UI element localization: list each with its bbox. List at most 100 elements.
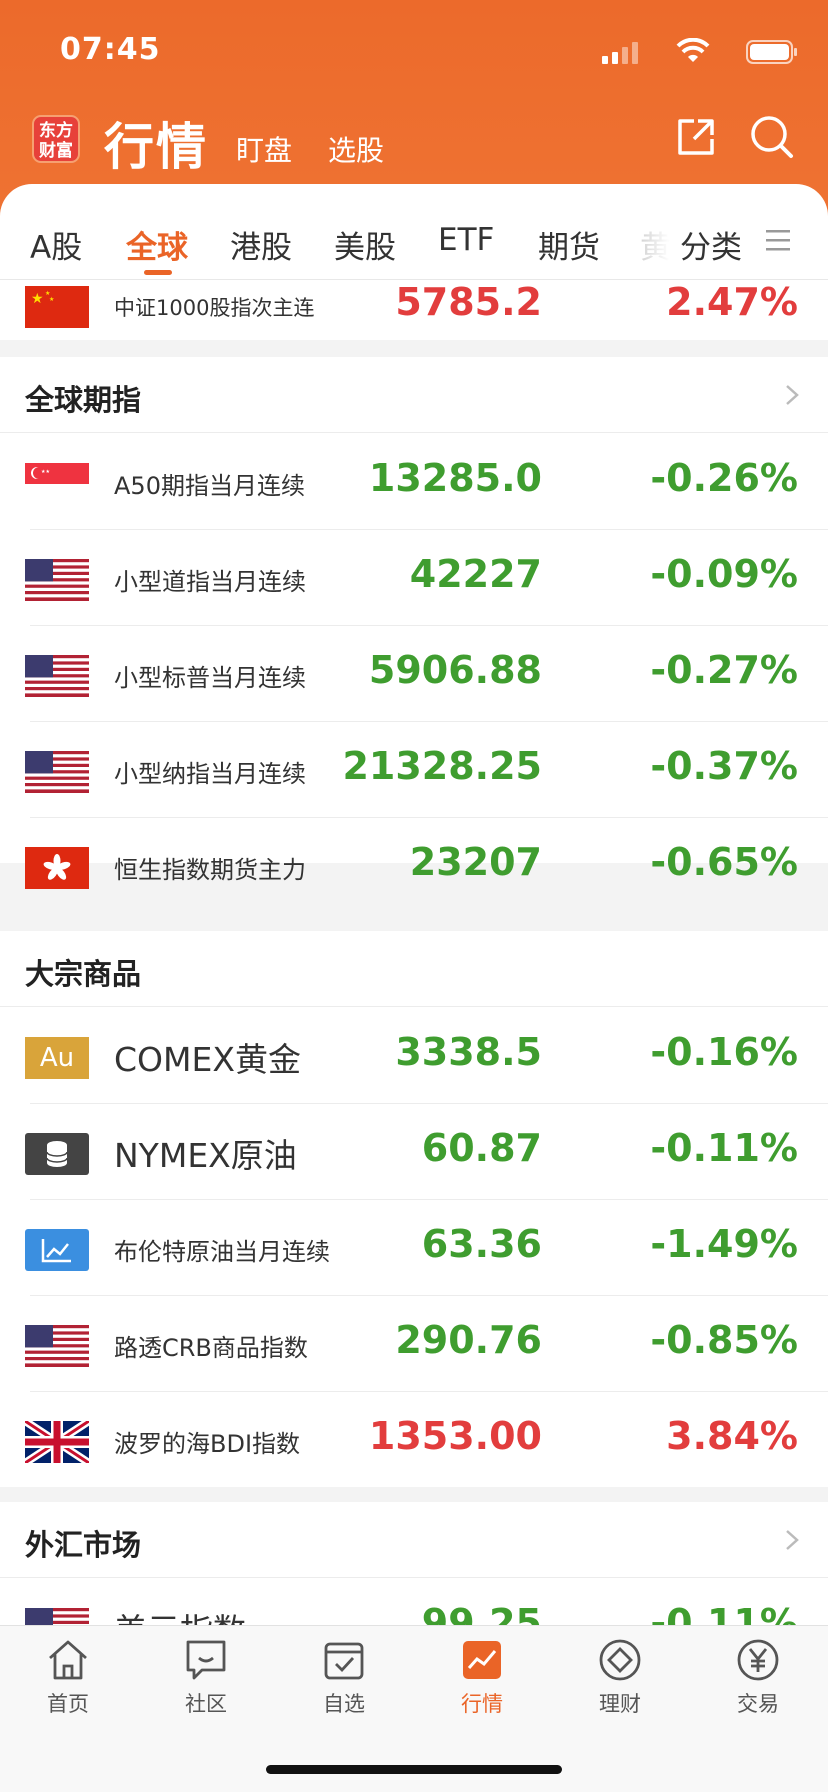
tab-global[interactable]: 全球 — [126, 222, 188, 267]
signal-icon — [602, 42, 638, 64]
table-row[interactable]: 波罗的海BDI指数 1353.00 3.84% — [0, 1392, 828, 1488]
instrument-change: -0.09% — [650, 552, 798, 596]
instrument-price: 60.87 — [421, 1126, 542, 1170]
instrument-price: 42227 — [409, 552, 542, 596]
battery-icon — [746, 40, 797, 64]
section-header: 大宗商品 — [0, 931, 828, 1007]
status-bar: 07:45 — [0, 28, 828, 72]
section-title: 全球期指 — [25, 383, 142, 417]
watchlist-icon — [324, 1642, 364, 1680]
instrument-change: -0.65% — [650, 840, 798, 884]
instrument-change: -0.37% — [650, 744, 798, 788]
tab-hk-shares[interactable]: 港股 — [230, 222, 292, 267]
table-row[interactable]: NYMEX原油 60.87 -0.11% — [0, 1104, 828, 1200]
singapore-flag-icon: ★★ — [25, 463, 89, 505]
section-forex: 外汇市场 美元指数 99.25 -0.11% — [0, 1502, 828, 1625]
table-row[interactable]: ★ ★ ★ 中证1000股指次主连 5785.2 2.47% — [0, 280, 828, 340]
title-bar: 东方 财富 行情 盯盘 选股 — [0, 105, 828, 176]
subnav-stock-picker-button[interactable]: 选股 — [328, 129, 384, 169]
nav-watchlist[interactable]: 自选 — [294, 1636, 394, 1726]
instrument-change: -0.16% — [650, 1030, 798, 1074]
usa-flag-icon — [25, 559, 89, 601]
search-icon[interactable] — [748, 113, 794, 159]
table-row[interactable]: 路透CRB商品指数 290.76 -0.85% — [0, 1296, 828, 1392]
instrument-name: 美元指数 — [114, 1604, 246, 1625]
section-global-futures: 全球期指 ★★ A50期指当月连续 13285.0 -0.26% 小型道指当月连… — [0, 357, 828, 889]
table-row[interactable]: 布伦特原油当月连续 63.36 -1.49% — [0, 1200, 828, 1296]
instrument-price: 63.36 — [421, 1222, 542, 1266]
usa-flag-icon — [25, 655, 89, 697]
tab-a-shares[interactable]: A股 — [30, 222, 82, 267]
nav-community[interactable]: 社区 — [156, 1636, 256, 1726]
table-row[interactable]: Au COMEX黄金 3338.5 -0.16% — [0, 1008, 828, 1104]
oil-barrel-icon — [25, 1133, 89, 1175]
app-screen: 07:45 东方 财富 行情 盯盘 选股 A股 全球 港股 美股 ETF 期货 … — [0, 0, 828, 1792]
nav-label: 首页 — [47, 1692, 89, 1716]
table-row[interactable]: 小型道指当月连续 42227 -0.09% — [0, 530, 828, 626]
market-list[interactable]: ★ ★ ★ 中证1000股指次主连 5785.2 2.47% 全球期指 ★★ A… — [0, 280, 828, 1625]
instrument-price: 5785.2 — [395, 280, 542, 324]
tab-us-shares[interactable]: 美股 — [334, 222, 396, 267]
table-row[interactable]: 小型纳指当月连续 21328.25 -0.37% — [0, 722, 828, 818]
usa-flag-icon — [25, 1325, 89, 1367]
uk-flag-icon — [25, 1421, 89, 1463]
list-item[interactable]: ★ ★ ★ 中证1000股指次主连 5785.2 2.47% — [0, 280, 828, 340]
table-row[interactable]: 小型标普当月连续 5906.88 -0.27% — [0, 626, 828, 722]
chevron-right-icon[interactable] — [784, 383, 800, 407]
market-icon — [463, 1641, 501, 1679]
instrument-change: -0.11% — [650, 1601, 798, 1625]
svg-text:★: ★ — [49, 296, 54, 303]
instrument-name: A50期指当月连续 — [114, 472, 305, 500]
trade-icon — [737, 1639, 779, 1681]
instrument-name: COMEX黄金 — [114, 1040, 301, 1079]
nav-trade[interactable]: 交易 — [708, 1636, 808, 1726]
chevron-right-icon[interactable] — [784, 1528, 800, 1552]
nav-label: 自选 — [323, 1692, 365, 1716]
line-chart-icon — [25, 1229, 89, 1271]
instrument-price: 23207 — [409, 840, 542, 884]
instrument-name: 小型标普当月连续 — [114, 664, 306, 692]
page-title: 行情 — [104, 118, 208, 176]
section-header[interactable]: 全球期指 — [0, 357, 828, 433]
instrument-name: 路透CRB商品指数 — [114, 1334, 308, 1362]
instrument-price: 99.25 — [421, 1601, 542, 1625]
table-row[interactable]: ★★ A50期指当月连续 13285.0 -0.26% — [0, 434, 828, 530]
instrument-price: 1353.00 — [368, 1414, 542, 1458]
category-button[interactable]: 分类 — [680, 222, 742, 267]
tab-futures[interactable]: 期货 — [538, 222, 600, 267]
instrument-name: 中证1000股指次主连 — [114, 296, 315, 320]
active-tab-indicator — [144, 270, 172, 275]
nav-market[interactable]: 行情 — [432, 1636, 532, 1726]
section-header[interactable]: 外汇市场 — [0, 1502, 828, 1578]
instrument-change: -0.11% — [650, 1126, 798, 1170]
instrument-change: 3.84% — [666, 1414, 798, 1458]
app-logo: 东方 财富 — [32, 115, 80, 163]
instrument-name: 小型纳指当月连续 — [114, 760, 306, 788]
instrument-change: 2.47% — [666, 280, 798, 324]
nav-home[interactable]: 首页 — [18, 1636, 118, 1726]
status-time: 07:45 — [60, 32, 161, 67]
china-flag-icon: ★ ★ ★ — [25, 286, 89, 328]
instrument-price: 3338.5 — [395, 1030, 542, 1074]
subnav-watch-button[interactable]: 盯盘 — [236, 129, 292, 169]
share-icon[interactable] — [674, 115, 718, 159]
home-indicator[interactable] — [266, 1765, 562, 1774]
nav-wealth[interactable]: 理财 — [570, 1636, 670, 1726]
menu-icon[interactable] — [764, 226, 792, 254]
tab-etf[interactable]: ETF — [438, 222, 494, 258]
instrument-change: -0.27% — [650, 648, 798, 692]
usa-flag-icon — [25, 751, 89, 793]
logo-text-bottom: 财富 — [39, 141, 73, 161]
table-row[interactable]: 恒生指数期货主力 23207 -0.65% — [0, 818, 828, 914]
instrument-price: 5906.88 — [368, 648, 542, 692]
instrument-change: -0.85% — [650, 1318, 798, 1362]
instrument-change: -1.49% — [650, 1222, 798, 1266]
usa-flag-icon — [25, 1608, 89, 1625]
instrument-price: 13285.0 — [368, 456, 542, 500]
market-tabs: A股 全球 港股 美股 ETF 期货 黄 分类 — [0, 184, 828, 280]
instrument-price: 290.76 — [395, 1318, 542, 1362]
instrument-name: 恒生指数期货主力 — [114, 856, 306, 884]
section-title: 大宗商品 — [25, 957, 142, 991]
instrument-name: 小型道指当月连续 — [114, 568, 306, 596]
table-row[interactable]: 美元指数 99.25 -0.11% — [0, 1579, 828, 1625]
